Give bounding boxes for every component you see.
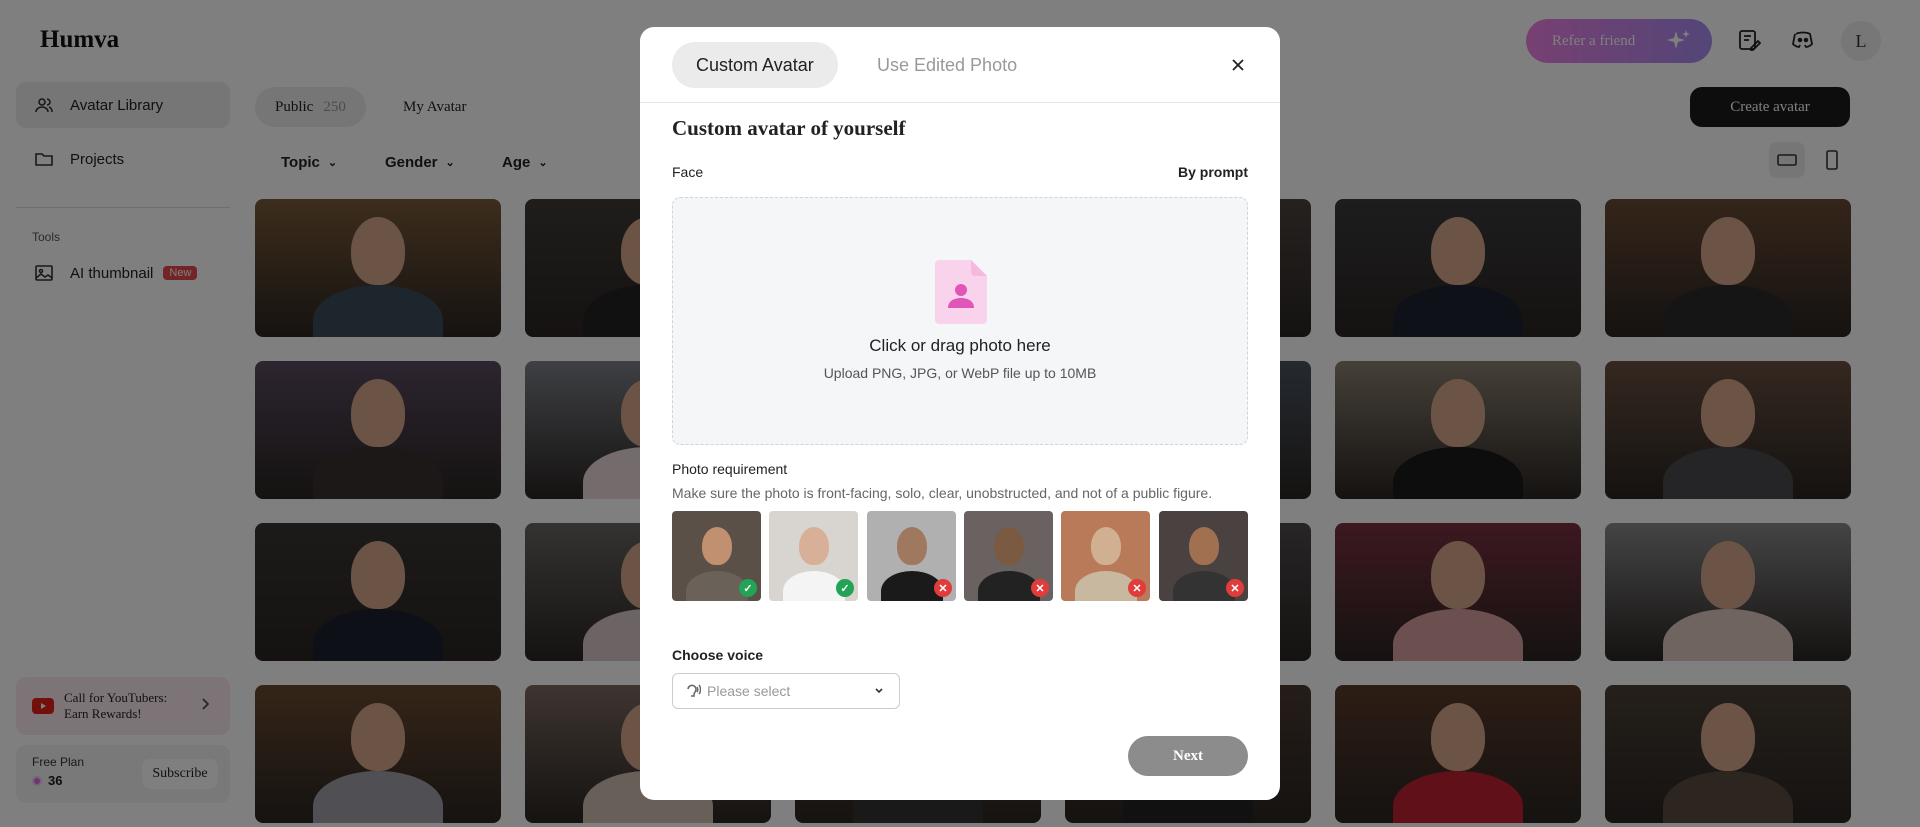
face-label: Face bbox=[672, 164, 704, 180]
tab-use-edited-photo[interactable]: Use Edited Photo bbox=[853, 42, 1041, 88]
tab-custom-avatar[interactable]: Custom Avatar bbox=[672, 42, 838, 88]
requirement-description: Make sure the photo is front-facing, sol… bbox=[672, 485, 1213, 501]
by-prompt-link[interactable]: By prompt bbox=[1178, 164, 1248, 180]
cross-icon: ✕ bbox=[1226, 579, 1244, 597]
sample-head bbox=[993, 527, 1024, 565]
check-icon: ✓ bbox=[739, 579, 757, 597]
app-root: Humva Avatar Library Projects Tools AI t… bbox=[0, 0, 1920, 827]
file-user-icon bbox=[935, 260, 987, 324]
sample-head bbox=[798, 527, 829, 565]
next-button[interactable]: Next bbox=[1128, 736, 1248, 776]
cross-icon: ✕ bbox=[1031, 579, 1049, 597]
sample-head bbox=[701, 527, 732, 565]
sample-head bbox=[1188, 527, 1219, 565]
modal-divider bbox=[640, 102, 1280, 103]
sample-photo: ✕ bbox=[964, 511, 1053, 601]
sample-photo: ✕ bbox=[1061, 511, 1150, 601]
voice-label: Choose voice bbox=[672, 647, 764, 663]
check-icon: ✓ bbox=[836, 579, 854, 597]
custom-avatar-modal: Custom Avatar Use Edited Photo Custom av… bbox=[640, 27, 1280, 800]
sample-head bbox=[1090, 527, 1121, 565]
sample-head bbox=[896, 527, 927, 565]
sample-photo: ✓ bbox=[672, 511, 761, 601]
chevron-down-icon bbox=[873, 684, 885, 700]
voice-select[interactable]: Please select bbox=[672, 673, 900, 709]
requirement-title: Photo requirement bbox=[672, 461, 788, 477]
close-icon[interactable] bbox=[1226, 53, 1250, 77]
sample-photo: ✓ bbox=[769, 511, 858, 601]
cross-icon: ✕ bbox=[934, 579, 952, 597]
voice-placeholder: Please select bbox=[707, 683, 791, 699]
dropzone-subtitle: Upload PNG, JPG, or WebP file up to 10MB bbox=[823, 365, 1097, 381]
dropzone-title: Click or drag photo here bbox=[869, 336, 1051, 355]
sample-photo: ✕ bbox=[1159, 511, 1248, 601]
photo-dropzone[interactable]: Click or drag photo here Upload PNG, JPG… bbox=[672, 197, 1248, 445]
sample-photo: ✕ bbox=[867, 511, 956, 601]
modal-title: Custom avatar of yourself bbox=[672, 116, 906, 140]
voice-icon bbox=[685, 683, 701, 699]
cross-icon: ✕ bbox=[1128, 579, 1146, 597]
